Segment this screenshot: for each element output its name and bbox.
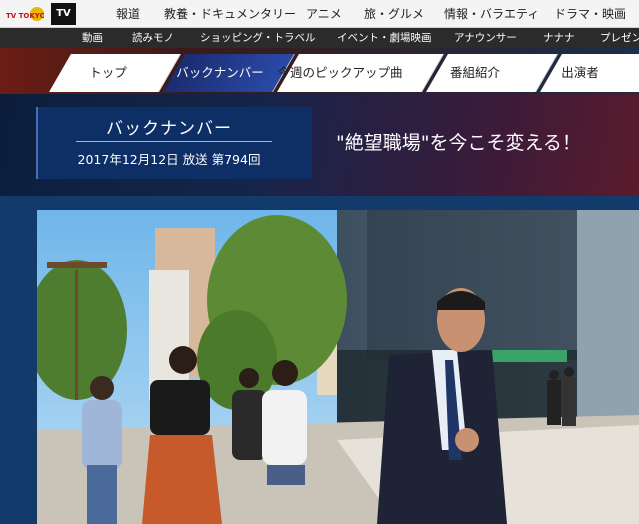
nav-news[interactable]: 報道 [116, 0, 140, 28]
subnav-present[interactable]: プレゼン [600, 28, 639, 48]
tab-cast[interactable]: 出演者 [540, 54, 620, 92]
tab-pickup[interactable]: 今週のピックアップ曲 [270, 54, 410, 92]
episode-headline: "絶望職場"を今こそ変える！ [336, 132, 581, 154]
nav-travel-gourmet[interactable]: 旅・グルメ [364, 0, 424, 28]
nav-documentary[interactable]: 教養・ドキュメンタリー [164, 0, 296, 28]
nav-drama-movie[interactable]: ドラマ・映画 [554, 0, 626, 28]
broadcast-date: 2017年12月12日 放送 第794回 [77, 152, 261, 167]
tv-logo[interactable]: TV [51, 3, 76, 25]
tab-backnumber[interactable]: バックナンバー [160, 54, 280, 92]
banner-title: バックナンバー [106, 119, 232, 139]
episode-photo [37, 210, 639, 524]
nav-anime[interactable]: アニメ [306, 0, 342, 28]
sub-bar: 動画 読みモノ ショッピング・トラベル イベント・劇場映画 アナウンサー ナナナ… [0, 28, 639, 48]
top-bar: TV TOKYO TV 報道 教養・ドキュメンタリー アニメ 旅・グルメ 情報・… [0, 0, 639, 28]
subnav-announcers[interactable]: アナウンサー [454, 28, 517, 48]
tv-tokyo-logo[interactable]: TV TOKYO [6, 5, 44, 23]
tab-top[interactable]: トップ [68, 54, 148, 92]
subnav-video[interactable]: 動画 [82, 28, 103, 48]
logo-text: TV TOKYO [6, 12, 44, 20]
divider [76, 141, 272, 142]
tab-program-intro[interactable]: 番組紹介 [430, 54, 520, 92]
subnav-articles[interactable]: 読みモノ [132, 28, 174, 48]
subnav-nanana[interactable]: ナナナ [543, 28, 575, 48]
subnav-shopping-travel[interactable]: ショッピング・トラベル [200, 28, 316, 48]
nav-info-variety[interactable]: 情報・バラエティ [444, 0, 539, 28]
subnav-events-movies[interactable]: イベント・劇場映画 [337, 28, 432, 48]
